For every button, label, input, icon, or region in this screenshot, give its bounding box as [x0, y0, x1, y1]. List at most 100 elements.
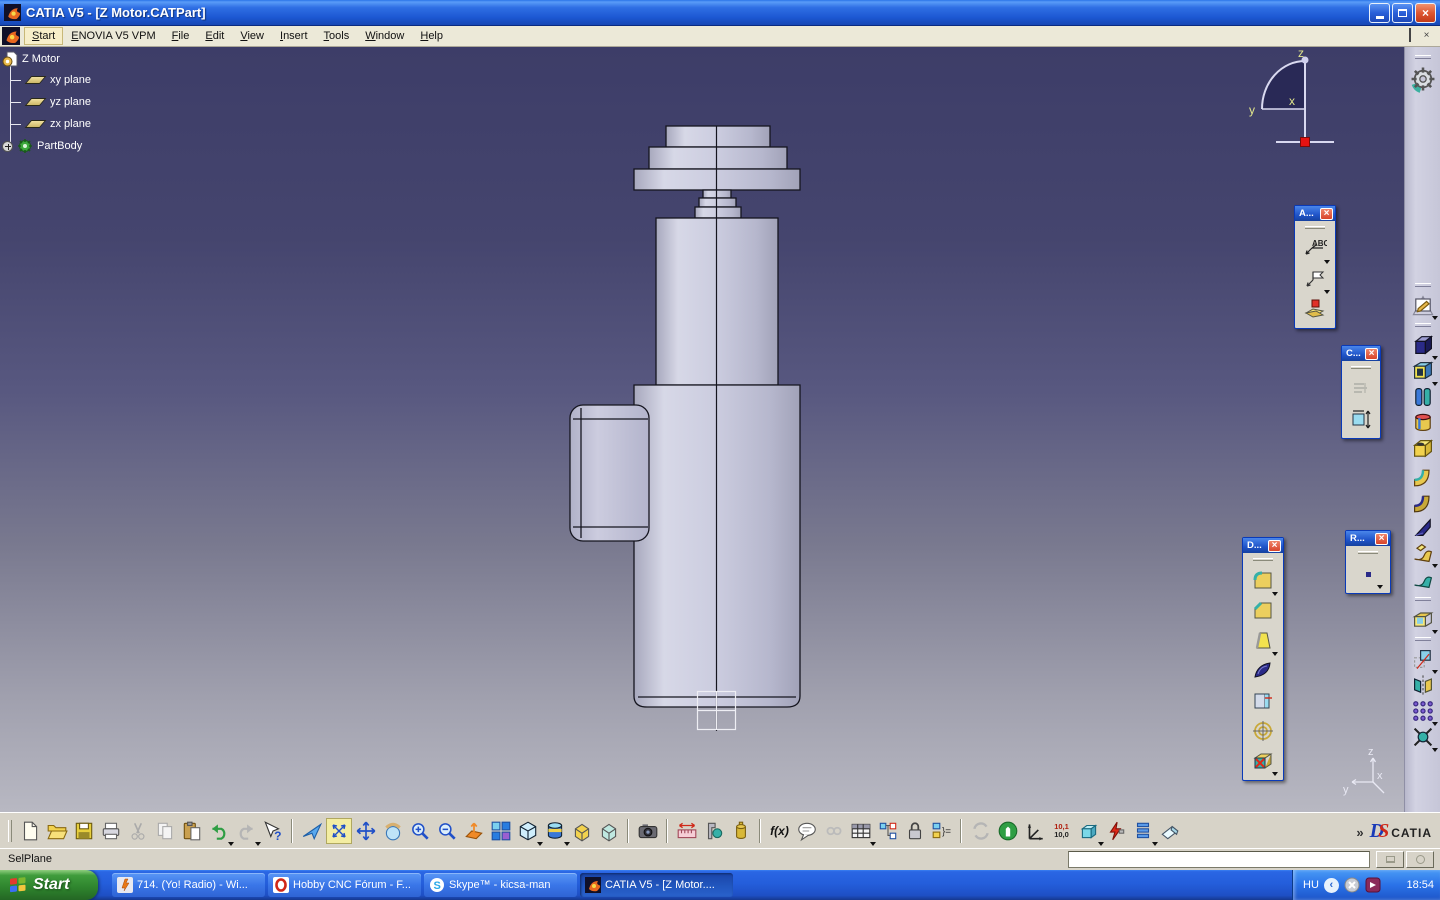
rotate-icon[interactable] — [380, 818, 406, 844]
tree-node-root[interactable]: Z Motor — [2, 50, 60, 68]
tree-label-yz-plane[interactable]: yz plane — [50, 96, 91, 108]
task-winamp[interactable]: 714. (Yo! Radio) - Wi... — [112, 873, 265, 897]
parameters-list-icon[interactable]: }= — [929, 818, 955, 844]
menu-tools[interactable]: Tools — [316, 27, 358, 45]
zoom-out-icon[interactable] — [434, 818, 460, 844]
menu-window[interactable]: Window — [357, 27, 412, 45]
fly-mode-icon[interactable] — [299, 818, 325, 844]
menu-file[interactable]: File — [164, 27, 198, 45]
scaling-icon[interactable] — [1410, 724, 1436, 750]
child-minimize-button[interactable] — [1385, 29, 1400, 43]
dressup-close-button[interactable]: × — [1268, 540, 1281, 552]
remove-face-icon[interactable] — [1250, 748, 1276, 774]
rectangular-pattern-icon[interactable] — [1410, 698, 1436, 724]
isometric-view-icon[interactable] — [515, 818, 541, 844]
pan-icon[interactable] — [353, 818, 379, 844]
dimension-pad-icon[interactable] — [1076, 818, 1102, 844]
task-opera-browser[interactable]: Hobby CNC Fórum - F... — [268, 873, 421, 897]
language-indicator[interactable]: HU — [1303, 879, 1319, 891]
minimize-button[interactable] — [1369, 3, 1390, 23]
rib-icon[interactable] — [1410, 462, 1436, 488]
reference-toolbar-titlebar[interactable]: R... × — [1346, 531, 1390, 546]
tree-label-xy-plane[interactable]: xy plane — [50, 74, 91, 86]
shaded-view-icon[interactable] — [569, 818, 595, 844]
eraser-icon[interactable] — [1157, 818, 1183, 844]
flag-note-icon[interactable] — [1302, 266, 1328, 292]
toolbar-grip[interactable] — [1415, 637, 1431, 641]
link-icon-disabled[interactable] — [821, 818, 847, 844]
constraint-dialog-icon[interactable] — [1348, 406, 1374, 432]
tray-collapse-chevron-icon[interactable]: ‹ — [1324, 878, 1339, 893]
toolbar-grip[interactable] — [1253, 558, 1273, 561]
toolbar-grip[interactable] — [1351, 366, 1371, 369]
3d-viewport[interactable]: z y x z y x Z Moto — [0, 47, 1404, 812]
reference-close-button[interactable]: × — [1375, 533, 1388, 545]
tree-node-yz-plane[interactable]: yz plane — [10, 93, 91, 111]
start-button[interactable]: Start — [0, 870, 98, 900]
close-button[interactable]: × — [1415, 3, 1436, 23]
list-view-icon[interactable] — [1130, 818, 1156, 844]
toolbar-grip[interactable] — [1415, 283, 1431, 287]
tree-node-partbody[interactable]: PartBody — [2, 137, 82, 155]
menu-view[interactable]: View — [232, 27, 272, 45]
snap-grid-icon[interactable]: 10,110,0 — [1049, 818, 1075, 844]
whats-this-icon[interactable]: ? — [260, 818, 286, 844]
power-input-field[interactable] — [1068, 851, 1370, 868]
measure-item-icon[interactable] — [701, 818, 727, 844]
measure-inertia-icon[interactable] — [728, 818, 754, 844]
save-icon[interactable] — [71, 818, 97, 844]
toolbar-grip[interactable] — [1358, 551, 1378, 554]
media-tray-icon[interactable] — [1365, 877, 1381, 893]
restore-button[interactable] — [1392, 3, 1413, 23]
removed-multi-sections-icon[interactable] — [1410, 566, 1436, 592]
pad-icon[interactable] — [1410, 332, 1436, 358]
shaft-icon[interactable] — [1410, 384, 1436, 410]
menu-enovia[interactable]: ENOVIA V5 VPM — [63, 27, 163, 45]
mirror-icon[interactable] — [1410, 672, 1436, 698]
comment-icon[interactable] — [794, 818, 820, 844]
task-skype[interactable]: S Skype™ - kicsa-man — [424, 873, 577, 897]
tree-node-xy-plane[interactable]: xy plane — [10, 71, 91, 89]
fit-all-in-icon[interactable] — [326, 818, 352, 844]
knowledge-button[interactable] — [1406, 851, 1434, 868]
draft-angle-icon[interactable] — [1250, 628, 1276, 654]
dialog-expand-button[interactable] — [1376, 851, 1404, 868]
copy-icon-disabled[interactable] — [152, 818, 178, 844]
tree-root-label[interactable]: Z Motor — [22, 53, 60, 65]
manipulation-globe-icon[interactable] — [995, 818, 1021, 844]
constraint-icon-disabled[interactable] — [1348, 376, 1374, 402]
compass[interactable]: z y x — [1249, 47, 1334, 147]
paste-icon[interactable] — [179, 818, 205, 844]
stiffener-icon[interactable] — [1410, 514, 1436, 540]
pocket-icon[interactable] — [1410, 358, 1436, 384]
sketcher-icon[interactable] — [1410, 292, 1436, 318]
menu-edit[interactable]: Edit — [197, 27, 232, 45]
toolbar-grip[interactable] — [1415, 597, 1431, 601]
menu-help[interactable]: Help — [412, 27, 451, 45]
tree-node-zx-plane[interactable]: zx plane — [10, 115, 91, 133]
translation-icon[interactable] — [1410, 646, 1436, 672]
shell-feature-icon[interactable] — [1250, 658, 1276, 684]
weld-feature-icon[interactable] — [1302, 296, 1328, 322]
new-document-icon[interactable] — [17, 818, 43, 844]
workbench-icon[interactable] — [2, 27, 20, 45]
cut-icon-disabled[interactable] — [125, 818, 151, 844]
shell-icon[interactable] — [1410, 606, 1436, 632]
hole-icon[interactable] — [1410, 436, 1436, 462]
point-reference-icon[interactable] — [1355, 561, 1381, 587]
toolbar-grip[interactable] — [1415, 323, 1431, 327]
render-style-icon[interactable] — [542, 818, 568, 844]
formula-icon[interactable]: f(x) — [767, 818, 793, 844]
lock-icon[interactable] — [902, 818, 928, 844]
print-icon[interactable] — [98, 818, 124, 844]
camera-capture-icon[interactable] — [635, 818, 661, 844]
toolbar-grip[interactable] — [1415, 55, 1431, 59]
messenger-tray-icon[interactable] — [1344, 877, 1360, 893]
constraints-close-button[interactable]: × — [1365, 348, 1378, 360]
multi-sections-solid-icon[interactable] — [1410, 540, 1436, 566]
redo-icon-disabled[interactable] — [233, 818, 259, 844]
groove-icon[interactable] — [1410, 410, 1436, 436]
zoom-in-icon[interactable] — [407, 818, 433, 844]
specification-graph-icon[interactable] — [875, 818, 901, 844]
workbench-gear-icon[interactable] — [1408, 64, 1438, 94]
